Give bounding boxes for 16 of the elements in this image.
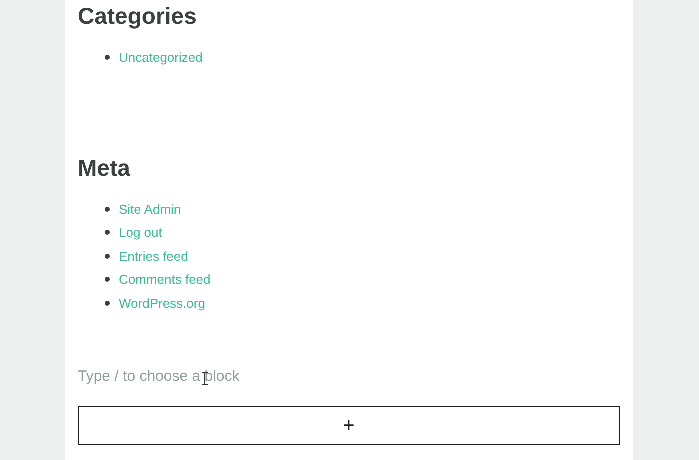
widget-link[interactable]: Comments feed (119, 270, 211, 290)
section-heading: Meta (78, 154, 130, 182)
bullet-icon (105, 254, 110, 259)
widget-link[interactable]: Log out (119, 223, 162, 242)
widget-link[interactable]: Site Admin (119, 200, 182, 219)
bullet-icon (105, 277, 110, 282)
bullet-icon (105, 206, 110, 212)
block-placeholder[interactable]: Type / to choose a block (78, 367, 620, 387)
section-heading: Categories (78, 2, 197, 30)
widget-link[interactable]: WordPress.org (119, 294, 206, 313)
add-block-button[interactable]: + (78, 406, 620, 445)
bullet-icon (105, 300, 110, 306)
bullet-icon (105, 55, 110, 60)
widget-link[interactable]: Uncategorized (119, 48, 203, 68)
bullet-icon (105, 230, 110, 236)
widget-link[interactable]: Entries feed (119, 246, 188, 266)
